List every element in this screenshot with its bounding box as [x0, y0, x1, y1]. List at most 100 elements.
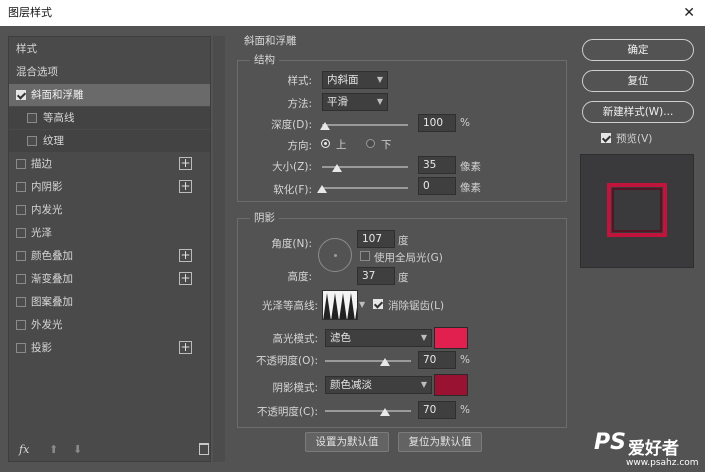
effect-item[interactable]: 外发光: [9, 314, 210, 336]
angle-input[interactable]: 107: [357, 230, 395, 248]
highlight-opacity-slider[interactable]: [325, 360, 411, 362]
effect-checkbox[interactable]: [16, 343, 26, 353]
watermark-text: 爱好者: [628, 439, 679, 459]
effect-checkbox[interactable]: [27, 113, 37, 123]
effect-item[interactable]: 纹理: [9, 130, 210, 152]
effect-checkbox[interactable]: [16, 320, 26, 330]
angle-dial[interactable]: [318, 238, 352, 272]
effect-item[interactable]: 内发光: [9, 199, 210, 221]
soften-input[interactable]: 0: [418, 177, 456, 195]
chevron-down-icon: ▼: [376, 97, 383, 106]
effect-item[interactable]: 光泽: [9, 222, 210, 244]
highlight-opacity-thumb[interactable]: [380, 358, 391, 366]
watermark-logo: PS: [594, 430, 626, 455]
soften-slider[interactable]: [322, 187, 408, 189]
size-slider-thumb[interactable]: [331, 164, 342, 172]
effect-item[interactable]: 图案叠加: [9, 291, 210, 313]
gloss-contour-picker[interactable]: [322, 290, 358, 320]
direction-down-label: 下: [381, 139, 392, 151]
gloss-contour-dropdown[interactable]: ▼: [359, 300, 365, 309]
effect-label: 内发光: [31, 204, 63, 216]
effect-label: 光泽: [31, 227, 52, 239]
depth-slider[interactable]: [322, 124, 408, 126]
chevron-down-icon: ▼: [420, 380, 427, 389]
shadow-mode-select[interactable]: 颜色减淡 ▼: [325, 376, 432, 394]
style-preview: [580, 154, 694, 268]
effect-checkbox[interactable]: [16, 182, 26, 192]
effect-item[interactable]: 描边 +: [9, 153, 210, 175]
effect-label: 渐变叠加: [31, 273, 73, 285]
effect-label: 投影: [31, 342, 52, 354]
effect-item[interactable]: 等高线: [9, 107, 210, 129]
technique-select[interactable]: 平滑 ▼: [322, 93, 388, 111]
effect-checkbox[interactable]: [16, 228, 26, 238]
effect-label: 纹理: [43, 135, 64, 147]
altitude-unit: 度: [398, 272, 409, 284]
chevron-down-icon: ▼: [420, 333, 427, 342]
style-label: 样式:: [287, 75, 312, 87]
soften-label: 软化(F):: [273, 184, 312, 196]
gloss-contour-label: 光泽等高线:: [261, 300, 318, 312]
effect-checkbox[interactable]: [16, 159, 26, 169]
angle-label: 角度(N):: [271, 238, 312, 250]
styles-header[interactable]: 样式: [9, 38, 210, 60]
styles-list-panel: 样式 混合选项 斜面和浮雕 等高线纹理描边 + 内阴影 + 内发光光泽颜色叠加 + 渐变叠加 +…: [8, 36, 211, 462]
new-style-button[interactable]: 新建样式(W)...: [582, 101, 694, 123]
effect-item[interactable]: 内阴影 +: [9, 176, 210, 198]
effect-label: 内阴影: [31, 181, 63, 193]
effect-checkbox[interactable]: [27, 136, 37, 146]
effect-checkbox[interactable]: [16, 205, 26, 215]
effect-item[interactable]: 渐变叠加 +: [9, 268, 210, 290]
add-effect-icon[interactable]: +: [179, 341, 192, 354]
soften-slider-thumb[interactable]: [317, 185, 327, 193]
depth-label: 深度(D):: [271, 119, 312, 131]
effect-item[interactable]: 颜色叠加 +: [9, 245, 210, 267]
highlight-mode-label: 高光模式:: [272, 333, 318, 345]
altitude-input[interactable]: 37: [357, 267, 395, 285]
depth-input[interactable]: 100: [418, 114, 456, 132]
anti-alias-label: 消除锯齿(L): [388, 300, 445, 312]
style-select[interactable]: 内斜面 ▼: [322, 71, 388, 89]
effect-item[interactable]: 投影 +: [9, 337, 210, 359]
add-effect-icon[interactable]: +: [179, 157, 192, 170]
reset-default-button[interactable]: 复位为默认值: [398, 432, 482, 452]
effect-item[interactable]: 斜面和浮雕: [9, 84, 210, 106]
effect-checkbox[interactable]: [16, 90, 26, 100]
global-light-checkbox[interactable]: [360, 251, 370, 261]
shadow-mode-value: 颜色减淡: [330, 379, 372, 391]
anti-alias-checkbox[interactable]: [373, 299, 383, 309]
ok-button[interactable]: 确定: [582, 39, 694, 61]
preview-label: 预览(V): [616, 133, 653, 145]
add-effect-icon[interactable]: +: [179, 249, 192, 262]
reset-button[interactable]: 复位: [582, 70, 694, 92]
fx-icon[interactable]: fx: [19, 443, 29, 456]
move-down-icon[interactable]: ⬇: [73, 443, 82, 456]
shadow-opacity-slider[interactable]: [325, 410, 411, 412]
depth-slider-thumb[interactable]: [319, 122, 330, 130]
direction-up-radio[interactable]: [321, 139, 330, 148]
add-effect-icon[interactable]: +: [179, 272, 192, 285]
shadow-opacity-thumb[interactable]: [380, 408, 391, 416]
watermark: PS 爱好者 www.psahz.com: [590, 430, 700, 470]
add-effect-icon[interactable]: +: [179, 180, 192, 193]
highlight-color-swatch[interactable]: [434, 327, 468, 349]
close-icon[interactable]: ✕: [683, 0, 695, 26]
size-input[interactable]: 35: [418, 156, 456, 174]
left-panel-toolbar: fx ⬆ ⬇: [19, 443, 209, 461]
move-up-icon[interactable]: ⬆: [49, 443, 58, 456]
effect-checkbox[interactable]: [16, 274, 26, 284]
effect-checkbox[interactable]: [16, 251, 26, 261]
make-default-button[interactable]: 设置为默认值: [305, 432, 389, 452]
preview-checkbox[interactable]: [601, 133, 611, 143]
shadow-mode-label: 阴影模式:: [272, 382, 318, 394]
blend-options-item[interactable]: 混合选项: [9, 61, 210, 83]
highlight-opacity-input[interactable]: 70: [418, 351, 456, 369]
highlight-mode-select[interactable]: 滤色 ▼: [325, 329, 432, 347]
trash-icon[interactable]: [199, 443, 209, 455]
shadow-opacity-input[interactable]: 70: [418, 401, 456, 419]
shadow-color-swatch[interactable]: [434, 374, 468, 396]
effect-checkbox[interactable]: [16, 297, 26, 307]
direction-down-radio[interactable]: [366, 139, 375, 148]
direction-up-label: 上: [336, 139, 347, 151]
left-scrollbar[interactable]: [213, 36, 225, 462]
